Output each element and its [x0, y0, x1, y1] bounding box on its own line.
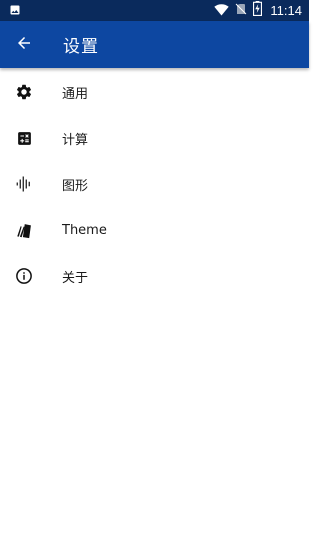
app-bar: 设置: [0, 21, 309, 68]
battery-charging-icon: [253, 1, 263, 20]
menu-item-about[interactable]: 关于: [0, 253, 309, 299]
arrow-back-icon: [15, 34, 33, 56]
menu-item-graphics[interactable]: 图形: [0, 161, 309, 207]
info-icon: [12, 264, 36, 288]
menu-item-label: 图形: [62, 178, 89, 194]
menu-item-label: 通用: [62, 86, 89, 102]
menu-item-general[interactable]: 通用: [0, 69, 309, 115]
status-bar: 11:14: [0, 0, 309, 21]
page-title: 设置: [63, 37, 99, 57]
status-time: 11:14: [270, 3, 302, 18]
image-icon: [9, 1, 21, 20]
menu-item-calculation[interactable]: 计算: [0, 115, 309, 161]
menu-item-label: 关于: [62, 270, 89, 286]
back-button[interactable]: [2, 21, 46, 68]
menu-item-theme[interactable]: Theme: [0, 207, 309, 253]
settings-menu: 通用 计算 图形 Theme 关于: [0, 69, 309, 299]
wifi-icon: [214, 1, 230, 20]
no-sim-icon: [235, 1, 247, 20]
calculator-icon: [12, 126, 36, 150]
gear-icon: [12, 80, 36, 104]
waveform-icon: [12, 172, 36, 196]
menu-item-label: 计算: [62, 132, 89, 148]
palette-swatch-icon: [12, 218, 36, 242]
menu-item-label: Theme: [62, 222, 107, 238]
